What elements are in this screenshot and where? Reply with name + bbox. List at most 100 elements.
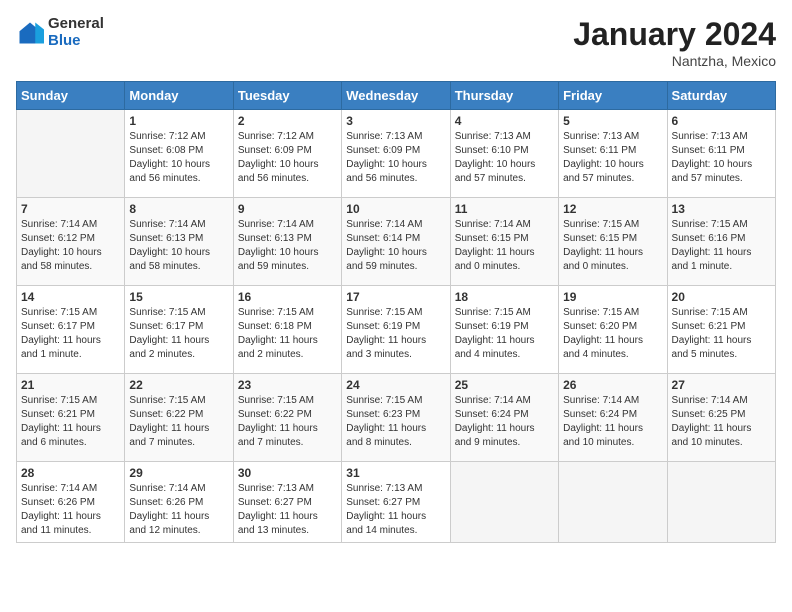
calendar-cell: 14 Sunrise: 7:15 AM Sunset: 6:17 PM Dayli… xyxy=(17,286,125,374)
calendar-cell: 6 Sunrise: 7:13 AM Sunset: 6:11 PM Daylig… xyxy=(667,110,775,198)
day-info: Sunrise: 7:15 AM Sunset: 6:19 PM Dayligh… xyxy=(455,306,554,362)
day-info: Sunrise: 7:15 AM Sunset: 6:16 PM Dayligh… xyxy=(672,218,771,274)
day-info: Sunrise: 7:15 AM Sunset: 6:21 PM Dayligh… xyxy=(672,306,771,362)
day-number: 9 xyxy=(238,202,337,216)
calendar-cell: 9Sunrise: 7:14 AM Sunset: 6:13 PM Daylig… xyxy=(233,198,341,286)
day-number: 31 xyxy=(346,466,445,480)
calendar-cell: 3Sunrise: 7:13 AM Sunset: 6:09 PM Daylig… xyxy=(342,110,450,198)
day-info: Sunrise: 7:15 AM Sunset: 6:18 PM Dayligh… xyxy=(238,306,337,362)
day-number: 21 xyxy=(21,378,120,392)
title-block: January 2024 Nantzha, Mexico xyxy=(573,16,776,69)
calendar-cell: 31 Sunrise: 7:13 AM Sunset: 6:27 PM Dayli… xyxy=(342,462,450,543)
day-number: 24 xyxy=(346,378,445,392)
day-number: 28 xyxy=(21,466,120,480)
day-info: Sunrise: 7:14 AM Sunset: 6:26 PM Dayligh… xyxy=(21,482,120,538)
day-number: 10 xyxy=(346,202,445,216)
calendar-cell: 22Sunrise: 7:15 AM Sunset: 6:22 PM Dayli… xyxy=(125,374,233,462)
calendar-cell: 23 Sunrise: 7:15 AM Sunset: 6:22 PM Dayli… xyxy=(233,374,341,462)
day-number: 3 xyxy=(346,114,445,128)
day-number: 12 xyxy=(563,202,662,216)
weekday-header: Saturday xyxy=(667,82,775,110)
logo: General Blue xyxy=(16,16,104,49)
page-header: General Blue January 2024 Nantzha, Mexic… xyxy=(16,16,776,69)
day-number: 13 xyxy=(672,202,771,216)
calendar-cell: 10 Sunrise: 7:14 AM Sunset: 6:14 PM Dayli… xyxy=(342,198,450,286)
logo-line1: General xyxy=(48,16,104,33)
day-info: Sunrise: 7:13 AM Sunset: 6:27 PM Dayligh… xyxy=(346,482,445,538)
weekday-header: Monday xyxy=(125,82,233,110)
day-number: 20 xyxy=(672,290,771,304)
day-info: Sunrise: 7:15 AM Sunset: 6:20 PM Dayligh… xyxy=(563,306,662,362)
day-info: Sunrise: 7:13 AM Sunset: 6:11 PM Dayligh… xyxy=(672,130,771,186)
calendar-week-row: 28 Sunrise: 7:14 AM Sunset: 6:26 PM Dayli… xyxy=(17,462,776,543)
location: Nantzha, Mexico xyxy=(573,53,776,69)
day-info: Sunrise: 7:15 AM Sunset: 6:15 PM Dayligh… xyxy=(563,218,662,274)
calendar-week-row: 1 Sunrise: 7:12 AM Sunset: 6:08 PM Daylig… xyxy=(17,110,776,198)
weekday-header: Friday xyxy=(559,82,667,110)
day-number: 7 xyxy=(21,202,120,216)
calendar-cell: 28 Sunrise: 7:14 AM Sunset: 6:26 PM Dayli… xyxy=(17,462,125,543)
day-info: Sunrise: 7:15 AM Sunset: 6:23 PM Dayligh… xyxy=(346,394,445,450)
day-info: Sunrise: 7:13 AM Sunset: 6:11 PM Dayligh… xyxy=(563,130,662,186)
calendar-cell: 5Sunrise: 7:13 AM Sunset: 6:11 PM Daylig… xyxy=(559,110,667,198)
day-number: 22 xyxy=(129,378,228,392)
day-number: 26 xyxy=(563,378,662,392)
calendar-week-row: 7 Sunrise: 7:14 AM Sunset: 6:12 PM Daylig… xyxy=(17,198,776,286)
month-title: January 2024 xyxy=(573,16,776,53)
day-info: Sunrise: 7:12 AM Sunset: 6:08 PM Dayligh… xyxy=(129,130,228,186)
day-info: Sunrise: 7:14 AM Sunset: 6:15 PM Dayligh… xyxy=(455,218,554,274)
calendar-cell: 11 Sunrise: 7:14 AM Sunset: 6:15 PM Dayli… xyxy=(450,198,558,286)
day-info: Sunrise: 7:14 AM Sunset: 6:12 PM Dayligh… xyxy=(21,218,120,274)
day-number: 1 xyxy=(129,114,228,128)
calendar-cell: 29Sunrise: 7:14 AM Sunset: 6:26 PM Dayli… xyxy=(125,462,233,543)
calendar-week-row: 14 Sunrise: 7:15 AM Sunset: 6:17 PM Dayli… xyxy=(17,286,776,374)
day-number: 6 xyxy=(672,114,771,128)
day-info: Sunrise: 7:13 AM Sunset: 6:10 PM Dayligh… xyxy=(455,130,554,186)
calendar-cell: 8 Sunrise: 7:14 AM Sunset: 6:13 PM Daylig… xyxy=(125,198,233,286)
day-number: 27 xyxy=(672,378,771,392)
calendar-cell: 4 Sunrise: 7:13 AM Sunset: 6:10 PM Daylig… xyxy=(450,110,558,198)
day-number: 17 xyxy=(346,290,445,304)
day-info: Sunrise: 7:14 AM Sunset: 6:25 PM Dayligh… xyxy=(672,394,771,450)
day-number: 14 xyxy=(21,290,120,304)
calendar-cell: 13 Sunrise: 7:15 AM Sunset: 6:16 PM Dayli… xyxy=(667,198,775,286)
day-info: Sunrise: 7:15 AM Sunset: 6:21 PM Dayligh… xyxy=(21,394,120,450)
calendar-cell: 26Sunrise: 7:14 AM Sunset: 6:24 PM Dayli… xyxy=(559,374,667,462)
logo-icon xyxy=(16,19,44,47)
calendar-cell: 15 Sunrise: 7:15 AM Sunset: 6:17 PM Dayli… xyxy=(125,286,233,374)
calendar-cell: 20 Sunrise: 7:15 AM Sunset: 6:21 PM Dayli… xyxy=(667,286,775,374)
calendar-week-row: 21 Sunrise: 7:15 AM Sunset: 6:21 PM Dayli… xyxy=(17,374,776,462)
day-number: 11 xyxy=(455,202,554,216)
day-info: Sunrise: 7:14 AM Sunset: 6:13 PM Dayligh… xyxy=(129,218,228,274)
weekday-header: Wednesday xyxy=(342,82,450,110)
calendar-cell xyxy=(559,462,667,543)
calendar-cell: 30 Sunrise: 7:13 AM Sunset: 6:27 PM Dayli… xyxy=(233,462,341,543)
day-info: Sunrise: 7:13 AM Sunset: 6:27 PM Dayligh… xyxy=(238,482,337,538)
day-number: 8 xyxy=(129,202,228,216)
calendar-cell: 2Sunrise: 7:12 AM Sunset: 6:09 PM Daylig… xyxy=(233,110,341,198)
weekday-header: Thursday xyxy=(450,82,558,110)
day-number: 25 xyxy=(455,378,554,392)
day-number: 4 xyxy=(455,114,554,128)
day-info: Sunrise: 7:15 AM Sunset: 6:22 PM Dayligh… xyxy=(238,394,337,450)
calendar-cell: 24 Sunrise: 7:15 AM Sunset: 6:23 PM Dayli… xyxy=(342,374,450,462)
calendar-cell xyxy=(667,462,775,543)
calendar-cell: 27 Sunrise: 7:14 AM Sunset: 6:25 PM Dayli… xyxy=(667,374,775,462)
day-info: Sunrise: 7:15 AM Sunset: 6:17 PM Dayligh… xyxy=(129,306,228,362)
day-number: 18 xyxy=(455,290,554,304)
calendar-cell xyxy=(17,110,125,198)
day-number: 23 xyxy=(238,378,337,392)
logo-line2: Blue xyxy=(48,33,104,50)
day-number: 15 xyxy=(129,290,228,304)
calendar-cell: 18 Sunrise: 7:15 AM Sunset: 6:19 PM Dayli… xyxy=(450,286,558,374)
calendar-cell: 12 Sunrise: 7:15 AM Sunset: 6:15 PM Dayli… xyxy=(559,198,667,286)
day-info: Sunrise: 7:14 AM Sunset: 6:26 PM Dayligh… xyxy=(129,482,228,538)
day-info: Sunrise: 7:14 AM Sunset: 6:14 PM Dayligh… xyxy=(346,218,445,274)
day-info: Sunrise: 7:15 AM Sunset: 6:17 PM Dayligh… xyxy=(21,306,120,362)
calendar-cell: 19Sunrise: 7:15 AM Sunset: 6:20 PM Dayli… xyxy=(559,286,667,374)
day-number: 30 xyxy=(238,466,337,480)
calendar-cell xyxy=(450,462,558,543)
calendar-cell: 25Sunrise: 7:14 AM Sunset: 6:24 PM Dayli… xyxy=(450,374,558,462)
calendar-cell: 16Sunrise: 7:15 AM Sunset: 6:18 PM Dayli… xyxy=(233,286,341,374)
calendar-cell: 17Sunrise: 7:15 AM Sunset: 6:19 PM Dayli… xyxy=(342,286,450,374)
